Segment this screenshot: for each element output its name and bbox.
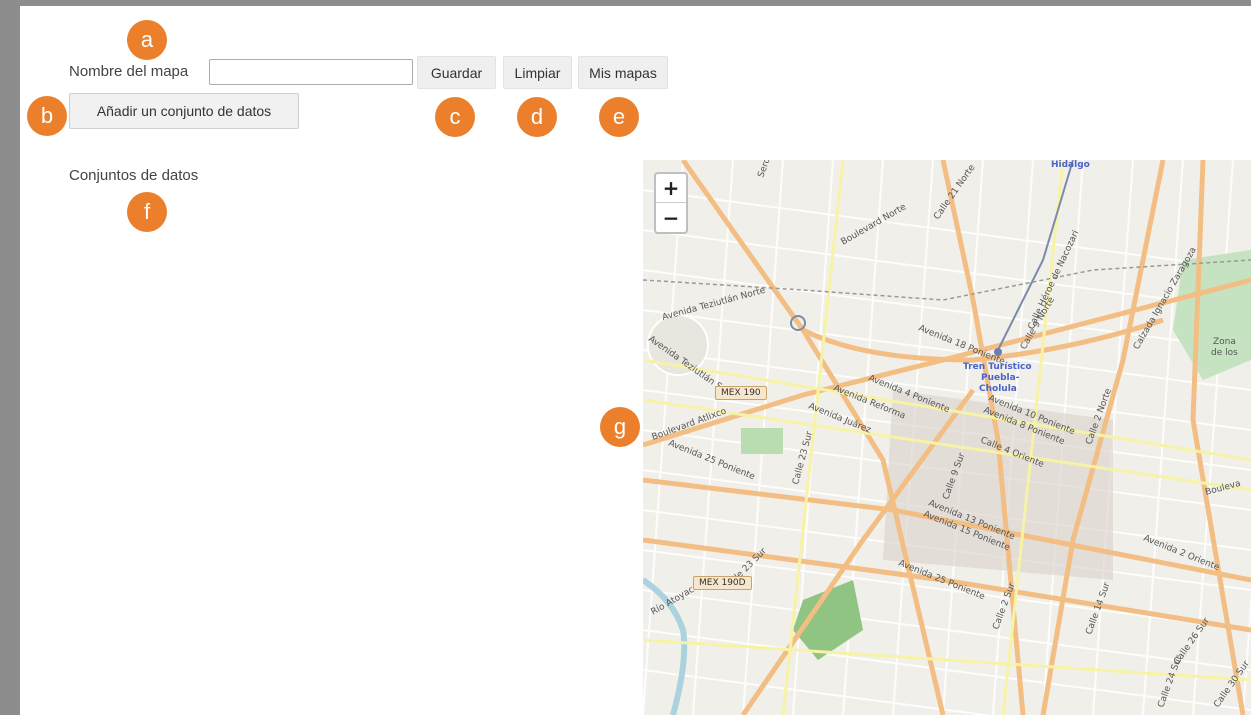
map-label: Boulevard Norte <box>840 202 909 248</box>
callout-badge-e: e <box>599 97 639 137</box>
map-tiles: Hidalgo Tren Turístico Puebla- Cholula Z… <box>643 160 1251 715</box>
highway-shield: MEX 190 <box>715 386 767 400</box>
callout-badge-a: a <box>127 20 167 60</box>
zoom-in-button[interactable]: + <box>656 174 686 203</box>
zoom-control: + − <box>654 172 688 234</box>
callout-badge-b: b <box>27 96 67 136</box>
highway-shield: MEX 190D <box>693 576 752 590</box>
map-view[interactable]: Hidalgo Tren Turístico Puebla- Cholula Z… <box>643 160 1251 715</box>
map-label: Zona <box>1213 337 1236 347</box>
clear-button[interactable]: Limpiar <box>503 56 572 89</box>
map-label: Cholula <box>979 384 1017 394</box>
callout-badge-g: g <box>600 407 640 447</box>
datasets-heading: Conjuntos de datos <box>69 167 199 184</box>
add-dataset-button[interactable]: Añadir un conjunto de datos <box>69 93 299 129</box>
map-label: Serdán <box>756 160 776 179</box>
map-label: Puebla- <box>981 373 1020 383</box>
map-label: de los <box>1211 348 1238 358</box>
callout-badge-f: f <box>127 192 167 232</box>
zoom-out-button[interactable]: − <box>656 203 686 232</box>
callout-badge-c: c <box>435 97 475 137</box>
map-label: Avenida Teziutlán Norte <box>661 286 767 323</box>
save-button[interactable]: Guardar <box>417 56 496 89</box>
map-name-label: Nombre del mapa <box>69 63 189 80</box>
callout-badge-d: d <box>517 97 557 137</box>
map-name-input[interactable] <box>209 59 413 85</box>
my-maps-button[interactable]: Mis mapas <box>578 56 668 89</box>
map-label: Hidalgo <box>1051 160 1090 170</box>
